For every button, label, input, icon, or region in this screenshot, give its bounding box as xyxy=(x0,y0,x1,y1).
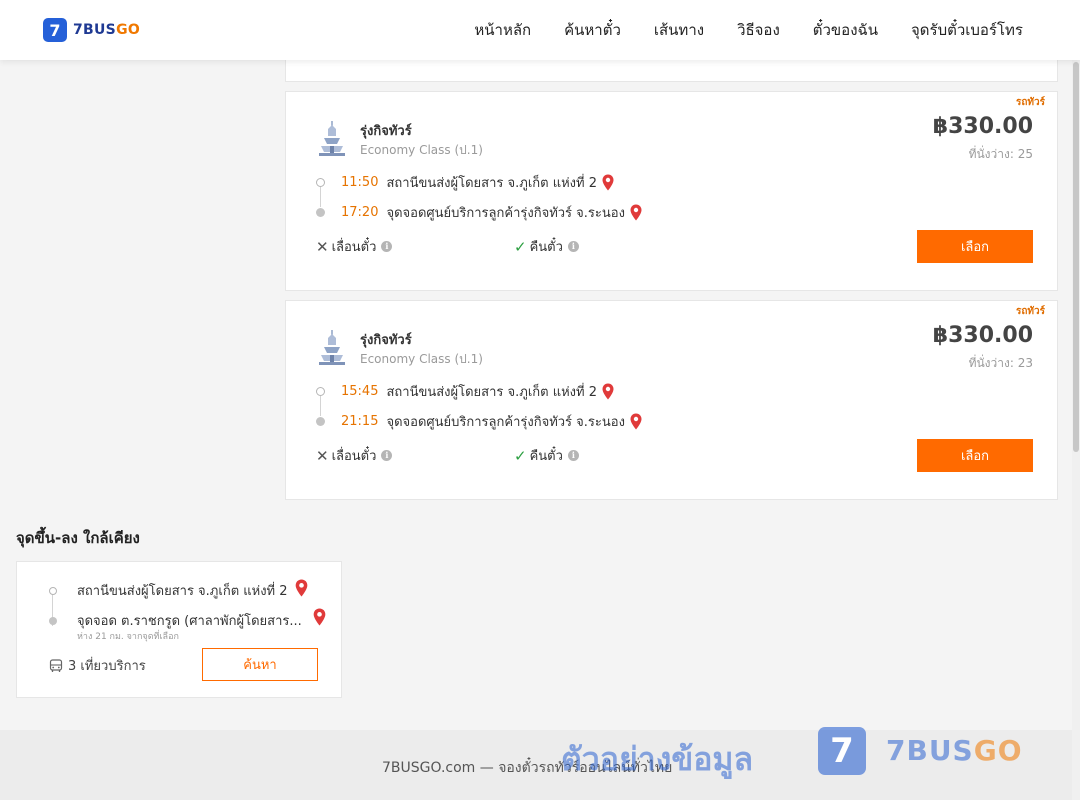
watermark-text: ตัวอย่างข้อมูล xyxy=(561,740,754,778)
nearby-route: สถานีขนส่งผู้โดยสาร จ.ภูเก็ต แห่งที่ 2 จ… xyxy=(49,578,329,658)
nav-ticket-points[interactable]: จุดรับตั๋วเบอร์โทร xyxy=(911,18,1023,42)
operator-name: รุ่งกิจทัวร์ xyxy=(360,333,412,348)
main-nav: หน้าหลัก ค้นหาตั๋ว เส้นทาง วิธีจอง ตั๋วข… xyxy=(474,0,1023,60)
seat-class: Economy Class (ป.1) xyxy=(360,143,483,157)
page-scrollbar[interactable] xyxy=(1072,0,1080,800)
trip-route: 11:50 สถานีขนส่งผู้โดยสาร จ.ภูเก็ต แห่งท… xyxy=(316,172,716,232)
nearby-to-stop: จุดจอด ต.ราชกรูด (ศาลาพักผู้โดยสาร... xyxy=(49,610,302,631)
departure-stop: 11:50 สถานีขนส่งผู้โดยสาร จ.ภูเก็ต แห่งท… xyxy=(316,172,614,192)
map-pin-icon[interactable] xyxy=(602,383,614,400)
available-seats: ที่นั่งว่าง: 25 xyxy=(968,147,1033,161)
departure-time: 11:50 xyxy=(341,174,379,190)
from-dot xyxy=(49,586,57,595)
refund-label: คืนตั๋ว xyxy=(529,449,563,464)
page-footer: 7BUSGO.com — จองตั๋วรถทัวร์ออนไลน์ทั่วไท… xyxy=(0,727,1072,800)
info-icon[interactable]: i xyxy=(567,450,579,461)
reschedule-policy: ✕ เลื่อนตั๋ว i xyxy=(316,445,393,466)
refund-policy: ✓ คืนตั๋ว i xyxy=(514,445,579,466)
trip-price: ฿330.00 xyxy=(932,323,1033,348)
x-icon: ✕ xyxy=(316,237,329,256)
trip-card: รถทัวร์ รุ่งกิจทัวร์ Economy Class (ป.1)… xyxy=(285,300,1058,500)
info-icon[interactable]: i xyxy=(567,241,579,252)
logo-mark: 7 xyxy=(43,18,67,42)
refund-policy: ✓ คืนตั๋ว i xyxy=(514,236,579,257)
trip-price: ฿330.00 xyxy=(932,114,1033,139)
nearby-trip-count: 3 เที่ยวบริการ xyxy=(49,655,146,676)
nearby-search-button[interactable]: ค้นหา xyxy=(202,648,318,681)
map-pin-icon[interactable] xyxy=(630,204,642,221)
nav-search-ticket[interactable]: ค้นหาตั๋ว xyxy=(564,18,621,42)
logo-text: 7BUSGO xyxy=(73,22,140,38)
seat-class: Economy Class (ป.1) xyxy=(360,352,483,366)
departure-place: สถานีขนส่งผู้โดยสาร จ.ภูเก็ต แห่งที่ 2 xyxy=(386,384,598,400)
watermark-brand: 7BUSGO xyxy=(886,734,1023,767)
watermark-brand-main: 7BUS xyxy=(886,734,974,767)
trip-route: 15:45 สถานีขนส่งผู้โดยสาร จ.ภูเก็ต แห่งท… xyxy=(316,381,716,441)
nearby-trips-label: 3 เที่ยวบริการ xyxy=(68,659,146,674)
nearby-distance: ห่าง 21 กม. จากจุดที่เลือก xyxy=(77,632,179,642)
nav-my-tickets[interactable]: ตั๋วของฉัน xyxy=(813,18,878,42)
map-pin-icon[interactable] xyxy=(630,413,642,430)
nearby-from-place: สถานีขนส่งผู้โดยสาร จ.ภูเก็ต แห่งที่ 2 xyxy=(77,584,288,599)
select-trip-button[interactable]: เลือก xyxy=(917,230,1033,263)
temple-icon xyxy=(319,121,345,156)
bus-icon xyxy=(49,658,63,672)
map-pin-icon[interactable] xyxy=(295,579,308,597)
departure-stop: 15:45 สถานีขนส่งผู้โดยสาร จ.ภูเก็ต แห่งท… xyxy=(316,381,614,401)
departure-time: 15:45 xyxy=(341,383,379,399)
departure-dot xyxy=(316,386,325,396)
nearby-to-place: จุดจอด ต.ราชกรูด (ศาลาพักผู้โดยสาร... xyxy=(77,614,302,629)
trip-card: รถทัวร์ รุ่งกิจทัวร์ Economy Class (ป.1)… xyxy=(285,91,1058,291)
map-pin-icon[interactable] xyxy=(602,174,614,191)
arrival-dot xyxy=(316,207,325,217)
refund-label: คืนตั๋ว xyxy=(529,240,563,255)
info-icon[interactable]: i xyxy=(381,450,393,461)
map-pin-icon[interactable] xyxy=(313,608,326,626)
info-icon[interactable]: i xyxy=(381,241,393,252)
arrival-stop: 17:20 จุดจอดศูนย์บริการลูกค้ารุ่งกิจทัวร… xyxy=(316,202,642,222)
operator-name: รุ่งกิจทัวร์ xyxy=(360,124,412,139)
reschedule-label: เลื่อนตั๋ว xyxy=(331,240,377,255)
available-seats: ที่นั่งว่าง: 23 xyxy=(968,356,1033,370)
watermark-logo-mark: 7 xyxy=(818,727,866,775)
logo-text-main: 7BUS xyxy=(73,22,117,38)
reschedule-label: เลื่อนตั๋ว xyxy=(331,449,377,464)
logo-text-accent: GO xyxy=(116,22,141,38)
temple-icon xyxy=(319,330,345,365)
watermark-brand-accent: GO xyxy=(973,734,1023,767)
top-header: 7 7BUSGO หน้าหลัก ค้นหาตั๋ว เส้นทาง วิธี… xyxy=(0,0,1080,60)
arrival-place: จุดจอดศูนย์บริการลูกค้ารุ่งกิจทัวร์ จ.ระ… xyxy=(386,205,625,221)
check-icon: ✓ xyxy=(514,237,527,256)
scrollbar-thumb[interactable] xyxy=(1073,62,1079,452)
arrival-stop: 21:15 จุดจอดศูนย์บริการลูกค้ารุ่งกิจทัวร… xyxy=(316,411,642,431)
arrival-time: 21:15 xyxy=(341,413,379,429)
select-trip-button[interactable]: เลือก xyxy=(917,439,1033,472)
nav-routes[interactable]: เส้นทาง xyxy=(654,18,704,42)
departure-dot xyxy=(316,177,325,187)
departure-place: สถานีขนส่งผู้โดยสาร จ.ภูเก็ต แห่งที่ 2 xyxy=(386,175,598,191)
arrival-time: 17:20 xyxy=(341,204,379,220)
site-logo[interactable]: 7 7BUSGO xyxy=(43,18,140,42)
nav-how-to-book[interactable]: วิธีจอง xyxy=(737,18,780,42)
nav-home[interactable]: หน้าหลัก xyxy=(474,18,531,42)
vehicle-type-tag: รถทัวร์ xyxy=(1015,306,1045,317)
nearby-route-card: สถานีขนส่งผู้โดยสาร จ.ภูเก็ต แห่งที่ 2 จ… xyxy=(16,561,342,698)
to-dot xyxy=(49,616,57,625)
nearby-section-title: จุดขึ้น-ลง ใกล้เคียง xyxy=(16,529,140,547)
arrival-place: จุดจอดศูนย์บริการลูกค้ารุ่งกิจทัวร์ จ.ระ… xyxy=(386,414,625,430)
check-icon: ✓ xyxy=(514,446,527,465)
arrival-dot xyxy=(316,416,325,426)
nearby-from-stop: สถานีขนส่งผู้โดยสาร จ.ภูเก็ต แห่งที่ 2 xyxy=(49,580,288,601)
reschedule-policy: ✕ เลื่อนตั๋ว i xyxy=(316,236,393,257)
vehicle-type-tag: รถทัวร์ xyxy=(1015,97,1045,108)
x-icon: ✕ xyxy=(316,446,329,465)
